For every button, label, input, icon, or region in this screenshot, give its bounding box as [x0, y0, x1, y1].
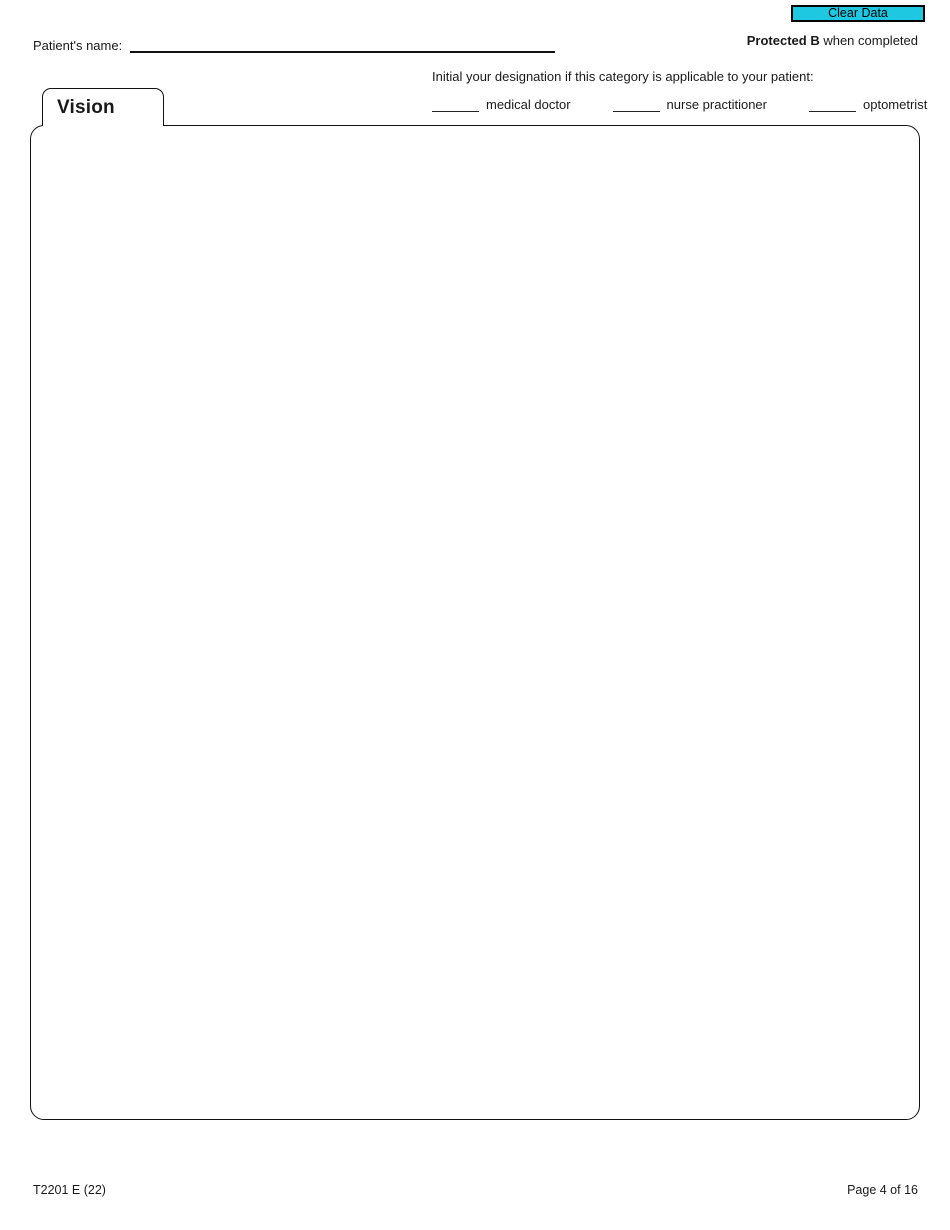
patient-name-label: Patient's name:	[33, 38, 123, 53]
designation-nurse-practitioner[interactable]: nurse practitioner	[612, 97, 767, 112]
tab-notch	[44, 124, 162, 128]
designation-initial-input-optometrist[interactable]	[809, 99, 856, 112]
tab-vision[interactable]: Vision	[42, 88, 164, 126]
protected-b-label: Protected B	[746, 33, 820, 48]
patient-name-input[interactable]	[130, 39, 556, 53]
clear-data-button[interactable]: Clear Data	[791, 5, 925, 22]
footer-form-code: T2201 E (22)	[33, 1183, 106, 1197]
designation-label-optometrist: optometrist	[863, 97, 928, 112]
designation-prompt: Initial your designation if this categor…	[432, 69, 814, 84]
designation-label-medical-doctor: medical doctor	[486, 97, 571, 112]
vision-section-box	[30, 125, 920, 1120]
designation-optometrist[interactable]: optometrist	[809, 97, 927, 112]
protected-b-suffix: when completed	[819, 33, 918, 48]
patient-name-row: Patient's name:	[33, 38, 556, 53]
designation-medical-doctor[interactable]: medical doctor	[432, 97, 571, 112]
protected-b-notice: Protected B when completed	[747, 33, 918, 48]
designation-label-nurse-practitioner: nurse practitioner	[666, 97, 767, 112]
tab-vision-label: Vision	[57, 96, 115, 118]
designation-initial-input-medical-doctor[interactable]	[432, 99, 479, 112]
footer-page-number: Page 4 of 16	[847, 1183, 918, 1197]
designation-initial-input-nurse-practitioner[interactable]	[612, 99, 660, 112]
designation-row: medical doctor nurse practitioner optome…	[432, 97, 927, 112]
